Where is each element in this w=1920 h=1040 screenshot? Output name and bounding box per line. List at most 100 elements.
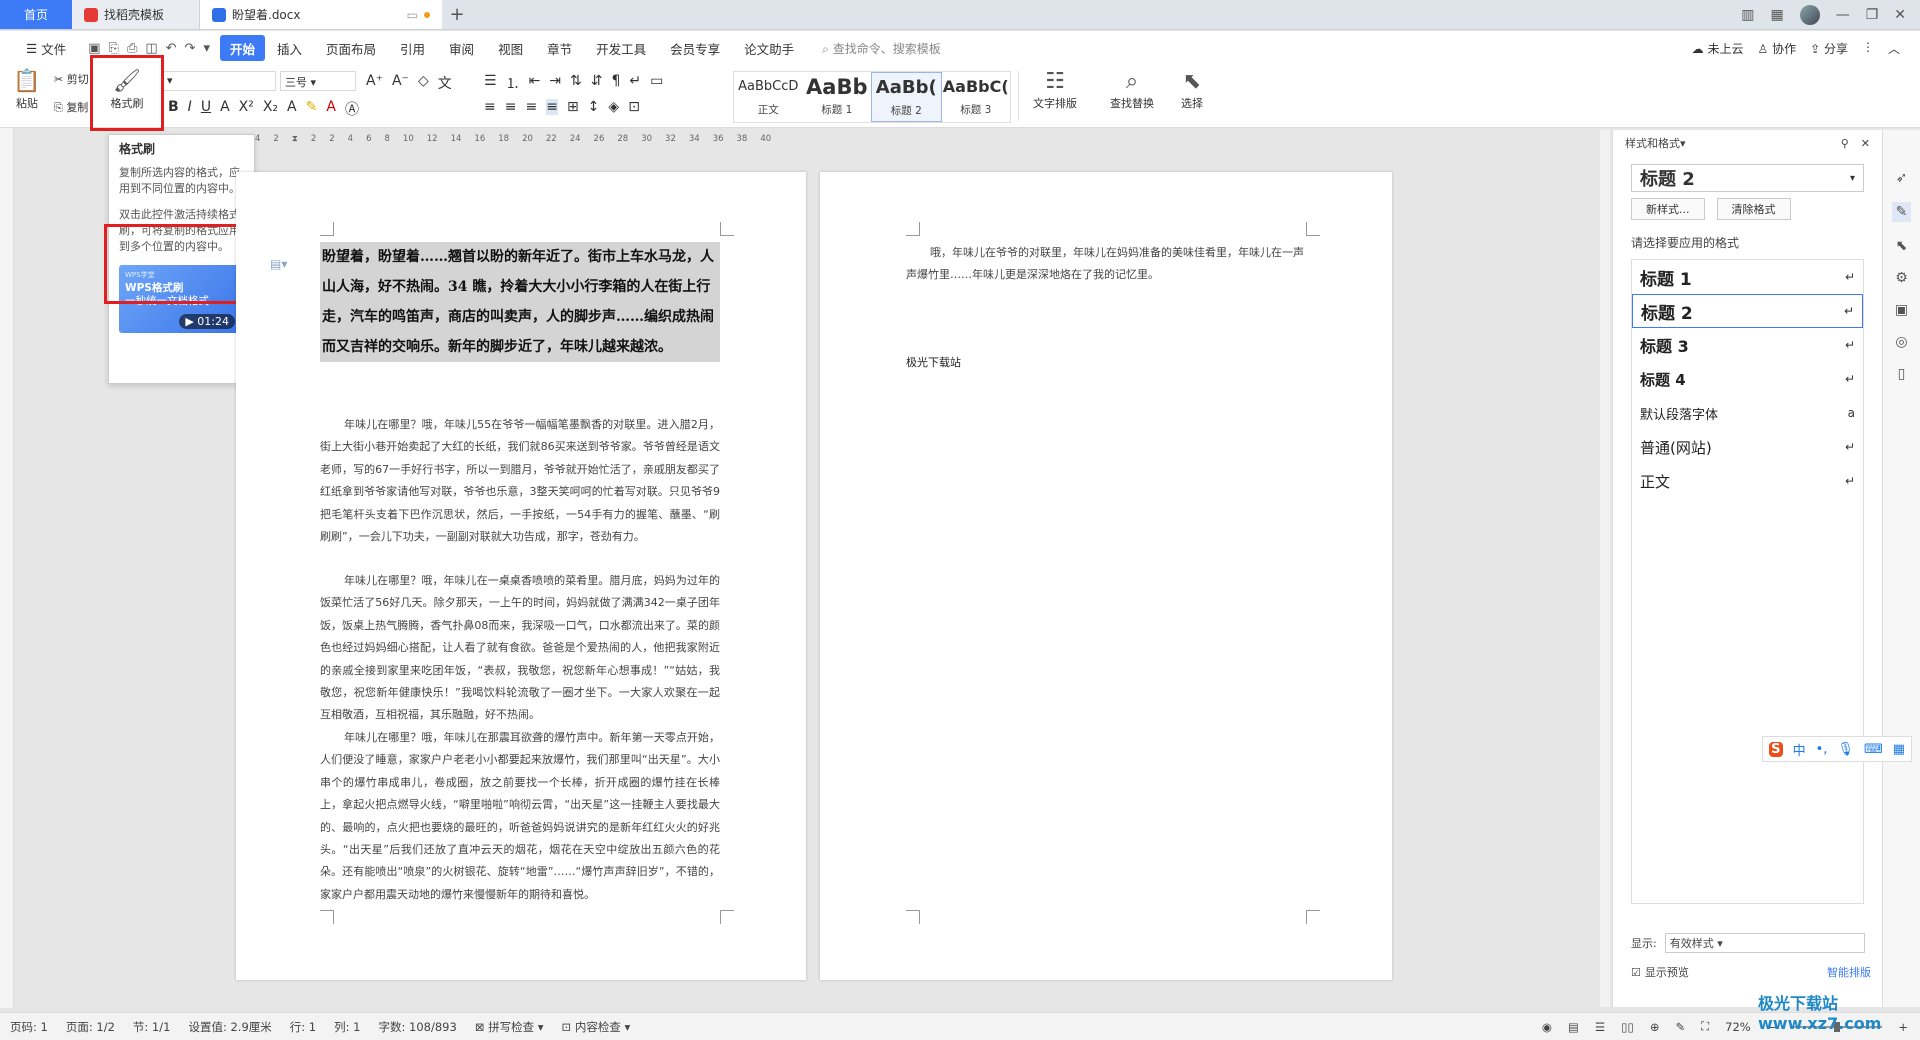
pin-icon[interactable]: ⚲ (1841, 137, 1849, 150)
menu-page-layout[interactable]: 页面布局 (314, 35, 388, 61)
collab-button[interactable]: ♙ 协作 (1757, 40, 1796, 57)
collapse-ribbon-icon[interactable]: ︿ (1888, 40, 1900, 57)
borders-icon[interactable]: ⊡ (628, 99, 640, 115)
font-family-select[interactable]: ▾ (162, 71, 276, 91)
numbering-icon[interactable]: ⒈ (506, 73, 520, 93)
cut-button[interactable]: ✂ 剪切 (54, 71, 89, 87)
line-spacing-icon[interactable]: ↕ (588, 99, 600, 115)
more-icon[interactable]: ⋮ (1862, 40, 1874, 57)
restore-icon[interactable]: ❐ (1866, 7, 1879, 23)
italic-icon[interactable]: I (188, 99, 192, 119)
status-pages[interactable]: 页面: 1/2 (66, 1019, 115, 1035)
pinyin-icon[interactable]: 文 (438, 73, 452, 93)
tab-document[interactable]: 盼望着.docx ▭ (200, 0, 442, 29)
punctuation-icon[interactable]: •, (1816, 742, 1828, 757)
increase-indent-icon[interactable]: ⇥ (549, 73, 561, 93)
tab-home[interactable]: 首页 (0, 0, 72, 29)
shading-icon[interactable]: ◈ (608, 99, 619, 115)
preview-icon[interactable]: ◫ (145, 41, 157, 56)
style-normal[interactable]: AaBbCcD 正文 (734, 72, 803, 122)
avatar[interactable] (1799, 4, 1820, 25)
command-search[interactable]: ⌕ 查找命令、搜索模板 (806, 40, 941, 57)
status-setting[interactable]: 设置值: 2.9厘米 (188, 1019, 271, 1035)
copy-button[interactable]: ⎘ 复制 (54, 99, 88, 115)
highlight-icon[interactable]: ✎ (306, 99, 318, 119)
text-effect-icon[interactable]: A (287, 99, 297, 119)
book-icon[interactable]: ▯ (1898, 366, 1906, 382)
fit-icon[interactable]: ⛶ (1701, 1019, 1709, 1034)
zoom-value[interactable]: 72% (1725, 1020, 1751, 1034)
subscript-icon[interactable]: X₂ (263, 99, 278, 119)
style-heading1[interactable]: AaBb 标题 1 (803, 72, 872, 122)
status-column[interactable]: 列: 1 (334, 1019, 360, 1035)
show-filter-select[interactable]: 有效样式 ▾ (1664, 933, 1865, 953)
document-scrollbar[interactable] (1600, 130, 1610, 1007)
menu-member[interactable]: 会员专享 (658, 35, 732, 61)
location-icon[interactable]: ◎ (1895, 334, 1907, 350)
style-list-item[interactable]: 正文 ↵ (1632, 464, 1863, 498)
sort-icon[interactable]: ⇵ (591, 73, 603, 93)
indent-marker-icon[interactable]: ⧗ (292, 134, 298, 144)
status-word-count[interactable]: 字数: 108/893 (379, 1019, 457, 1035)
line-break-icon[interactable]: ↵ (629, 73, 641, 93)
style-list-item[interactable]: 标题 3 ↵ (1632, 328, 1863, 362)
strikethrough-icon[interactable]: A (220, 99, 230, 119)
align-right-icon[interactable]: ≡ (525, 99, 537, 115)
new-style-button[interactable]: 新样式... (1631, 198, 1705, 220)
body-paragraph-3[interactable]: 年味儿在哪里？哦，年味儿在那震耳欲聋的爆竹声中。新年第一天零点开始，人们便没了睡… (320, 727, 720, 906)
export-icon[interactable]: ⎘ (109, 41, 119, 56)
rocket-icon[interactable]: ➶ (1896, 170, 1908, 186)
layout-icon[interactable]: ▥ (1741, 7, 1754, 23)
status-row[interactable]: 行: 1 (290, 1019, 316, 1035)
menu-file[interactable]: ☰ 文件 (14, 35, 78, 61)
minimize-icon[interactable]: — (1836, 7, 1850, 23)
underline-icon[interactable]: U (201, 99, 211, 119)
grid-icon[interactable]: ▦ (1770, 7, 1783, 23)
menu-start[interactable]: 开始 (219, 35, 265, 61)
menu-thesis[interactable]: 论文助手 (732, 35, 806, 61)
document-page-2[interactable]: 哦，年味儿在爷爷的对联里，年味儿在妈妈准备的美味佳肴里，年味儿在一声声爆竹里……… (820, 172, 1392, 980)
show-marks-icon[interactable]: ¶ (612, 73, 621, 93)
document-page-1[interactable]: ▤▾ 盼望着，盼望着……翘首以盼的新年近了。街市上车水马龙，人山人海，好不热闹。… (236, 172, 806, 980)
panel-close-icon[interactable]: ✕ (1861, 137, 1870, 150)
style-list-item[interactable]: 标题 4 ↵ (1632, 362, 1863, 396)
shrink-font-icon[interactable]: A⁻ (392, 73, 409, 93)
redo-icon[interactable]: ↷ (185, 41, 196, 56)
style-list-item[interactable]: 标题 2 ↵ (1632, 294, 1863, 328)
decrease-indent-icon[interactable]: ⇤ (529, 73, 541, 93)
grow-font-icon[interactable]: A⁺ (366, 73, 383, 93)
menu-view[interactable]: 视图 (486, 35, 535, 61)
font-size-select[interactable]: 三号 ▾ (280, 71, 356, 91)
body-paragraph-2[interactable]: 年味儿在哪里？哦，年味儿在一桌桌香喷喷的菜肴里。腊月底，妈妈为过年的饭菜忙活了5… (320, 570, 720, 727)
find-replace-button[interactable]: ⌕ 查找替换 (1104, 69, 1160, 111)
menu-developer[interactable]: 开发工具 (584, 35, 658, 61)
bullets-icon[interactable]: ☰ (484, 73, 497, 93)
style-heading3[interactable]: AaBbC(标题 3 (942, 72, 1011, 122)
char-border-icon[interactable]: Ⓐ (345, 99, 359, 119)
web-view-icon[interactable]: ⊕ (1650, 1020, 1660, 1034)
menu-review[interactable]: 审阅 (437, 35, 486, 61)
status-page-number[interactable]: 页码: 1 (10, 1019, 48, 1035)
closing-paragraph[interactable]: 哦，年味儿在爷爷的对联里，年味儿在妈妈准备的美味佳肴里，年味儿在一声声爆竹里……… (906, 242, 1306, 286)
style-list-item[interactable]: 普通(网站) ↵ (1632, 430, 1863, 464)
save-icon[interactable]: ▣ (88, 41, 100, 56)
styles-panel-title[interactable]: 样式和格式 (1625, 135, 1680, 151)
superscript-icon[interactable]: X² (239, 99, 254, 119)
print-icon[interactable]: ⎙ (127, 41, 137, 56)
tab-template[interactable]: 找稻壳模板 (72, 0, 200, 29)
clear-format-icon[interactable]: ◇ (418, 73, 429, 93)
select-button[interactable]: ⬉ 选择 (1172, 69, 1212, 111)
content-check-button[interactable]: ⊡ 内容检查 ▾ (562, 1019, 631, 1035)
adjust-icon[interactable]: ⚙ (1895, 270, 1908, 286)
body-paragraph-1[interactable]: 年味儿在哪里？哦，年味儿55在爷爷一幅幅笔墨飘香的对联里。进入腊2月，街上大街小… (320, 414, 720, 548)
menu-insert[interactable]: 插入 (265, 35, 314, 61)
style-list-item[interactable]: 标题 1 ↵ (1632, 260, 1863, 294)
image-icon[interactable]: ▣ (1895, 302, 1908, 318)
monitor-icon[interactable]: ▭ (407, 8, 418, 22)
apps-icon[interactable]: ▦ (1893, 742, 1905, 757)
undo-icon[interactable]: ↶ (166, 41, 177, 56)
read-view-icon[interactable]: ▯▯ (1621, 1020, 1634, 1034)
menu-references[interactable]: 引用 (388, 35, 437, 61)
write-view-icon[interactable]: ✎ (1675, 1020, 1685, 1034)
eye-icon[interactable]: ◉ (1542, 1020, 1552, 1034)
